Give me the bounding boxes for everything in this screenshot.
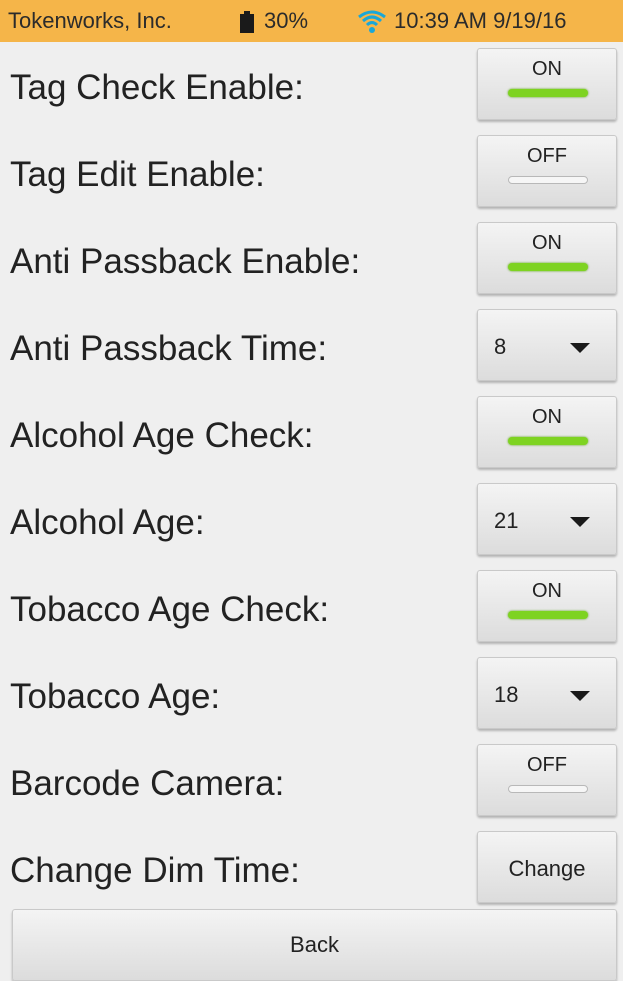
battery-icon	[240, 11, 254, 33]
toggle-state-text: ON	[532, 406, 562, 428]
toggle-state-text: OFF	[527, 754, 567, 776]
toggle-indicator	[508, 89, 588, 97]
setting-row-change-dim-time: Change Dim Time: Change	[0, 825, 623, 912]
dropdown-arrow-icon	[570, 691, 590, 701]
toggle-indicator	[508, 785, 588, 793]
battery-percent: 30%	[264, 8, 309, 33]
dropdown-arrow-icon	[570, 517, 590, 527]
button-label: Change	[508, 856, 586, 881]
toggle-indicator	[508, 176, 588, 184]
back-button[interactable]: Back	[12, 909, 617, 981]
setting-row-anti-passback-enable: Anti Passback Enable: ON	[0, 216, 623, 303]
toggle-indicator	[508, 437, 588, 445]
setting-row-anti-passback-time: Anti Passback Time: 8	[0, 303, 623, 390]
setting-row-alcohol-age: Alcohol Age: 21	[0, 477, 623, 564]
setting-row-tag-edit-enable: Tag Edit Enable: OFF	[0, 129, 623, 216]
setting-label: Alcohol Age:	[10, 503, 205, 542]
setting-label: Tobacco Age:	[10, 677, 221, 716]
wifi-icon	[358, 10, 386, 33]
tobacco-age-dropdown[interactable]: 18	[477, 657, 617, 729]
tobacco-age-check-toggle[interactable]: ON	[477, 570, 617, 642]
setting-label: Alcohol Age Check:	[10, 416, 314, 455]
setting-row-tobacco-age: Tobacco Age: 18	[0, 651, 623, 738]
toggle-indicator	[508, 263, 588, 271]
dropdown-arrow-icon	[570, 343, 590, 353]
dropdown-value: 8	[494, 334, 507, 359]
setting-label: Barcode Camera:	[10, 764, 285, 803]
setting-row-alcohol-age-check: Alcohol Age Check: ON	[0, 390, 623, 477]
setting-label: Change Dim Time:	[10, 851, 300, 890]
anti-passback-enable-toggle[interactable]: ON	[477, 222, 617, 294]
dropdown-value: 21	[494, 508, 519, 533]
barcode-camera-toggle[interactable]: OFF	[477, 744, 617, 816]
setting-label: Tag Check Enable:	[10, 68, 304, 107]
toggle-state-text: ON	[532, 580, 562, 602]
anti-passback-time-dropdown[interactable]: 8	[477, 309, 617, 381]
alcohol-age-check-toggle[interactable]: ON	[477, 396, 617, 468]
tag-edit-enable-toggle[interactable]: OFF	[477, 135, 617, 207]
toggle-indicator	[508, 611, 588, 619]
setting-label: Tobacco Age Check:	[10, 590, 330, 629]
setting-row-barcode-camera: Barcode Camera: OFF	[0, 738, 623, 825]
setting-row-tag-check-enable: Tag Check Enable: ON	[0, 42, 623, 129]
toggle-state-text: ON	[532, 58, 562, 80]
toggle-state-text: ON	[532, 232, 562, 254]
dropdown-value: 18	[494, 682, 519, 707]
alcohol-age-dropdown[interactable]: 21	[477, 483, 617, 555]
setting-row-tobacco-age-check: Tobacco Age Check: ON	[0, 564, 623, 651]
setting-label: Anti Passback Time:	[10, 329, 328, 368]
status-bar: Tokenworks, Inc. 30% 10:39 AM 9/19/16	[0, 0, 623, 42]
toggle-state-text: OFF	[527, 145, 567, 167]
setting-label: Tag Edit Enable:	[10, 155, 265, 194]
setting-label: Anti Passback Enable:	[10, 242, 361, 281]
clock: 10:39 AM 9/19/16	[394, 8, 567, 33]
tag-check-enable-toggle[interactable]: ON	[477, 48, 617, 120]
carrier-name: Tokenworks, Inc.	[8, 8, 172, 33]
change-dim-time-button[interactable]: Change	[477, 831, 617, 903]
